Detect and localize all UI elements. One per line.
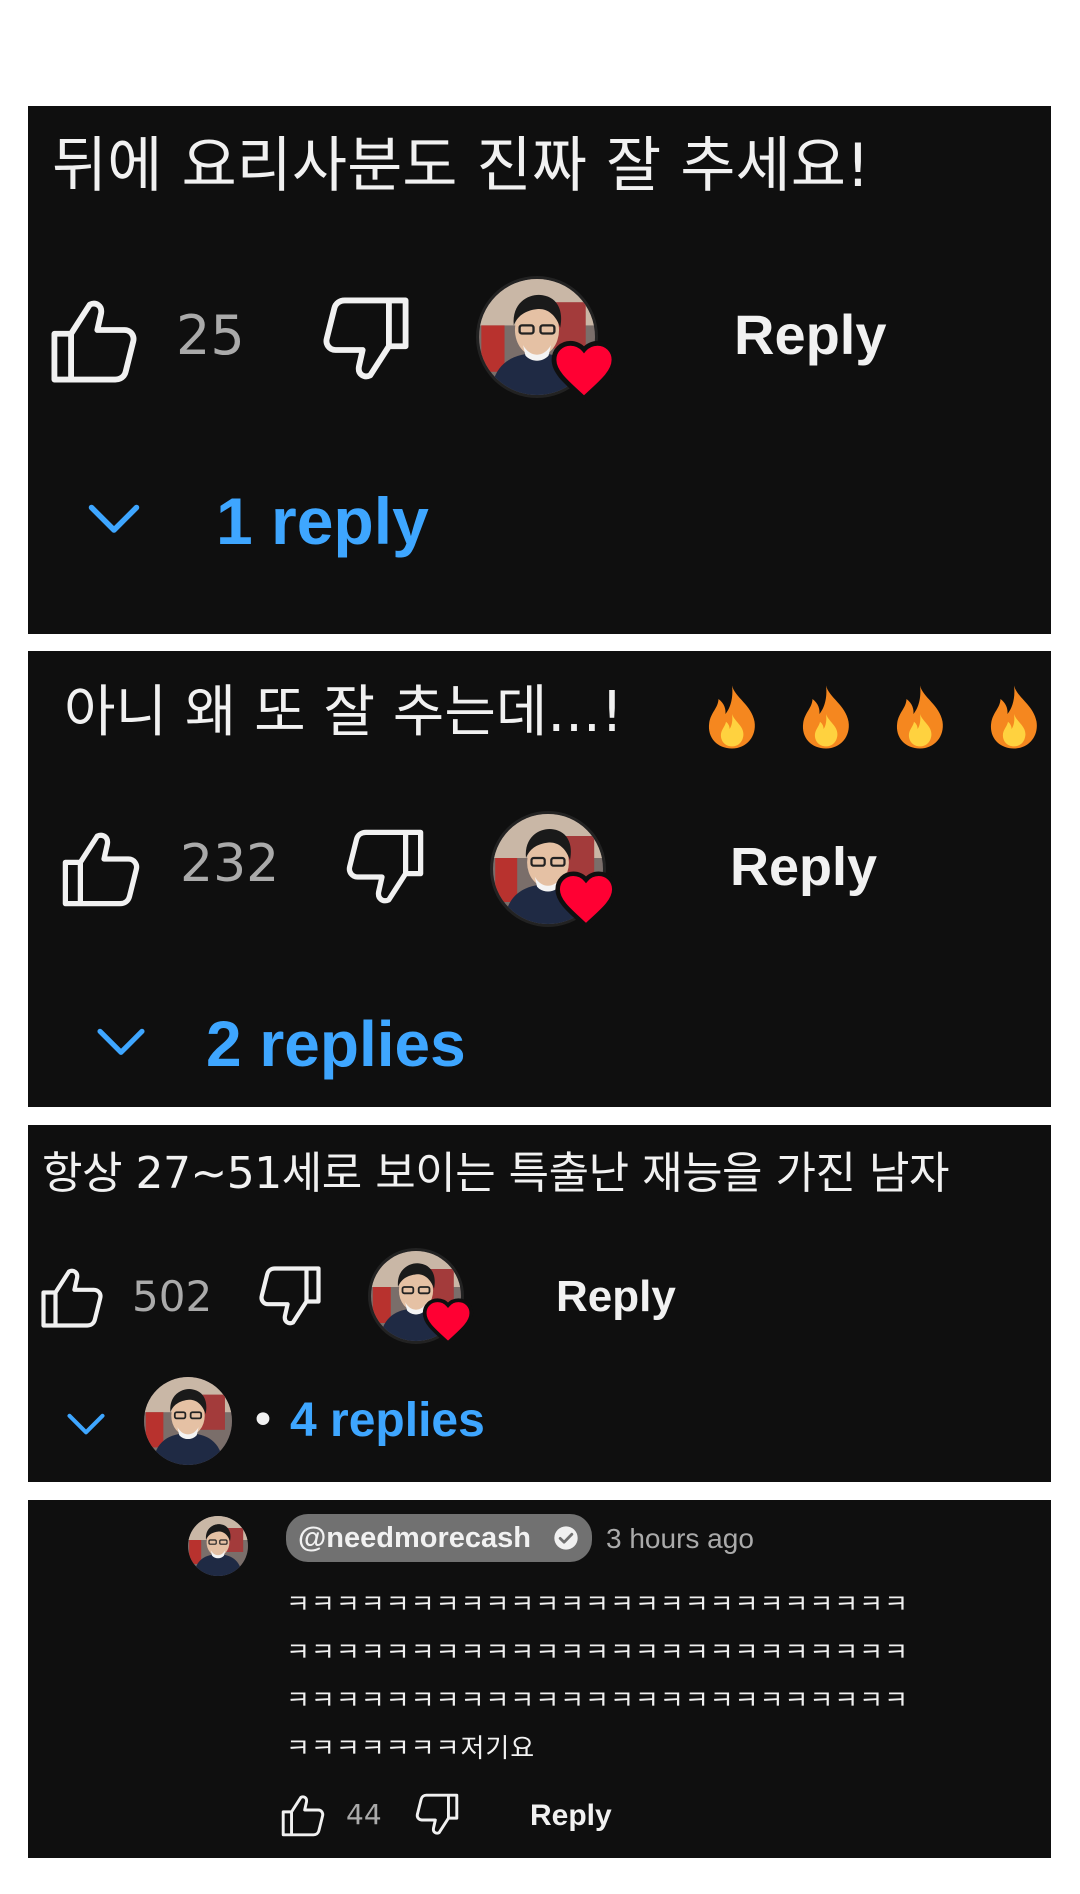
replies-toggle[interactable]: • 4 replies <box>58 1377 598 1467</box>
fire-emoji <box>978 677 1050 757</box>
comment-card-3: 항상 27~51세로 보이는 특출난 재능을 가진 남자 502 Reply •… <box>28 1125 1051 1482</box>
replier-avatar <box>144 1377 232 1465</box>
fire-emoji <box>696 677 768 757</box>
reply-text-line: ㅋㅋㅋㅋㅋㅋㅋㅋㅋㅋㅋㅋㅋㅋㅋㅋㅋㅋㅋㅋㅋㅋㅋㅋㅋ <box>286 1590 910 1620</box>
reply-timestamp: 3 hours ago <box>606 1523 754 1554</box>
like-count: 502 <box>132 1272 213 1321</box>
dislike-icon-button[interactable] <box>316 290 416 390</box>
heart-icon <box>552 865 620 933</box>
fire-emoji <box>884 677 956 757</box>
reply-button[interactable]: Reply <box>734 302 887 368</box>
chevron-down-icon <box>76 490 152 550</box>
reply-button[interactable]: Reply <box>730 835 877 899</box>
chevron-down-icon <box>86 1015 156 1071</box>
like-icon-button[interactable] <box>278 1790 328 1840</box>
reply-button[interactable]: Reply <box>530 1798 612 1834</box>
like-count: 44 <box>346 1798 382 1831</box>
like-icon-button[interactable] <box>44 290 144 390</box>
comment-text: 항상 27~51세로 보이는 특출난 재능을 가진 남자 <box>42 1148 949 1199</box>
reply-text-line: ㅋㅋㅋㅋㅋㅋㅋ저기요 <box>286 1734 536 1764</box>
comment-text: 뒤에 요리사분도 진짜 잘 추세요! <box>52 131 870 201</box>
fire-emoji <box>790 677 862 757</box>
reply-card: @needmorecash 3 hours ago ㅋㅋㅋㅋㅋㅋㅋㅋㅋㅋㅋㅋㅋㅋ… <box>28 1500 1051 1858</box>
comment-card-1: 뒤에 요리사분도 진짜 잘 추세요! 25 Reply 1 reply <box>28 106 1051 634</box>
check-circle-icon <box>552 1524 580 1552</box>
replies-count-link: 4 replies <box>290 1394 485 1447</box>
replies-toggle[interactable]: 2 replies <box>86 1003 526 1083</box>
separator-dot: • <box>250 1395 276 1446</box>
comment-text: 아니 왜 또 잘 추는데...! <box>64 680 624 745</box>
heart-icon <box>548 334 620 406</box>
reply-text-line: ㅋㅋㅋㅋㅋㅋㅋㅋㅋㅋㅋㅋㅋㅋㅋㅋㅋㅋㅋㅋㅋㅋㅋㅋㅋ <box>286 1686 910 1716</box>
heart-icon <box>420 1293 476 1349</box>
replies-count-link: 1 reply <box>216 484 429 558</box>
dislike-icon-button[interactable] <box>254 1261 326 1333</box>
author-avatar[interactable] <box>188 1516 248 1576</box>
author-name: @needmorecash <box>298 1522 531 1554</box>
reply-text-line: ㅋㅋㅋㅋㅋㅋㅋㅋㅋㅋㅋㅋㅋㅋㅋㅋㅋㅋㅋㅋㅋㅋㅋㅋㅋ <box>286 1638 910 1668</box>
replies-count-link: 2 replies <box>206 1008 466 1080</box>
dislike-icon-button[interactable] <box>412 1790 462 1840</box>
like-icon-button[interactable] <box>36 1261 108 1333</box>
replies-toggle[interactable]: 1 reply <box>76 476 476 566</box>
like-count: 232 <box>180 834 280 894</box>
reply-button[interactable]: Reply <box>556 1271 676 1323</box>
comment-card-2: 아니 왜 또 잘 추는데...! 232 Reply 2 replies <box>28 651 1051 1107</box>
dislike-icon-button[interactable] <box>340 823 430 913</box>
author-badge[interactable]: @needmorecash <box>286 1514 592 1562</box>
chevron-down-icon <box>58 1403 114 1447</box>
like-icon-button[interactable] <box>56 823 146 913</box>
like-count: 25 <box>176 304 245 367</box>
